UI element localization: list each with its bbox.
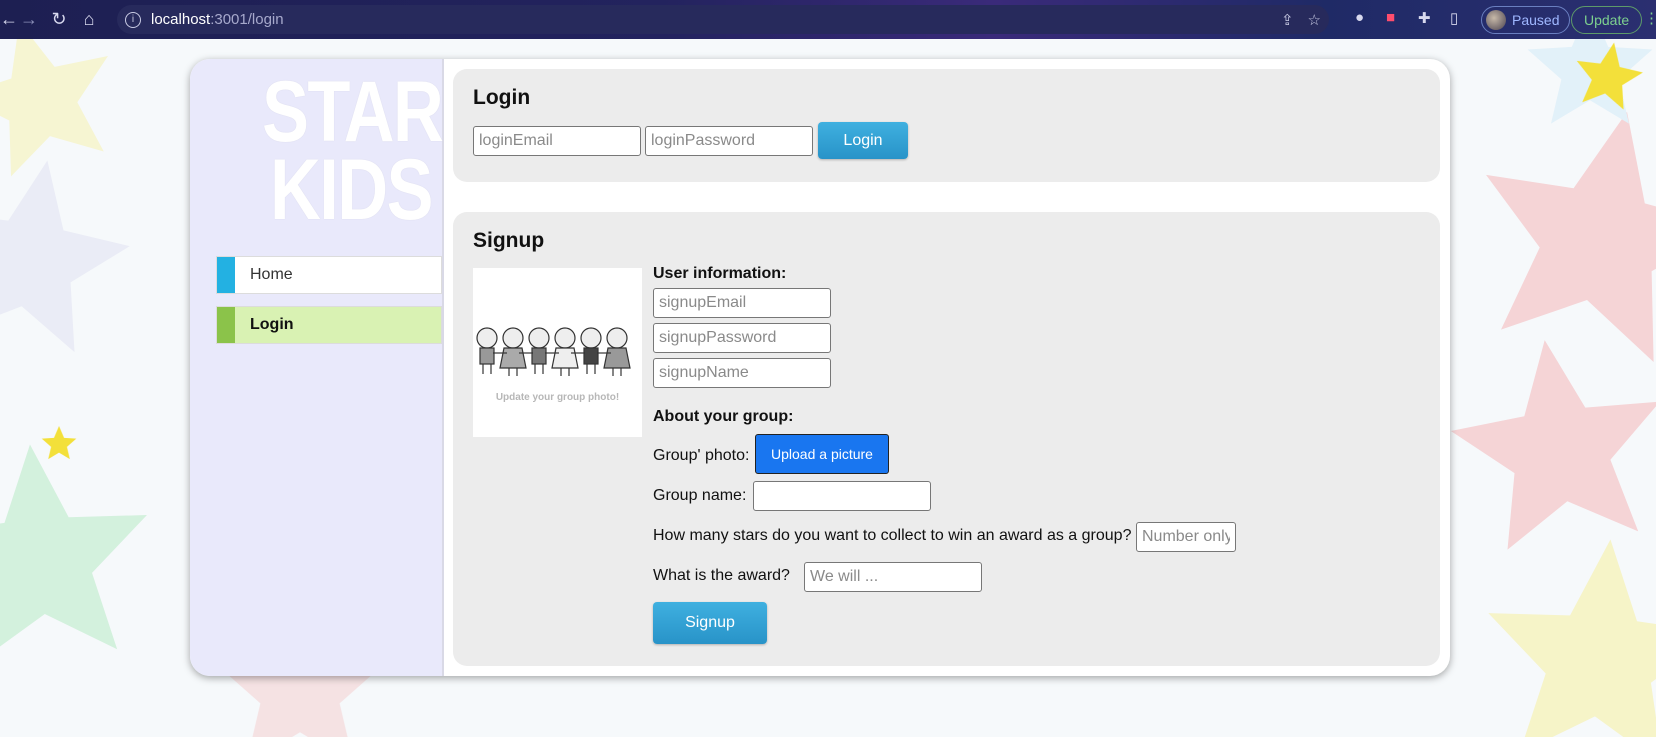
login-panel: Login Login	[453, 69, 1440, 182]
profile-button[interactable]: Paused	[1481, 6, 1571, 34]
side-panel-icon[interactable]: ▯	[1450, 9, 1458, 27]
star-shape	[1527, 39, 1653, 124]
kids-illustration-icon	[476, 327, 631, 376]
app-card: STAR KIDS Home Login Login Login Signup	[190, 59, 1450, 676]
logo: STAR KIDS	[262, 64, 482, 238]
group-name-label: Group name:	[653, 487, 747, 504]
signup-panel: Signup Update your group photo! User inf…	[453, 212, 1440, 666]
star-shape	[1440, 325, 1656, 556]
login-email-input[interactable]	[473, 126, 641, 156]
signup-button[interactable]: Signup	[653, 602, 767, 644]
extension-globe-icon[interactable]: ●	[1355, 9, 1364, 26]
group-photo-preview[interactable]: Update your group photo!	[473, 268, 642, 437]
back-icon[interactable]: ←	[0, 9, 18, 30]
browser-toolbar: ← → ↻ ⌂ i localhost:3001/login ⇪ ☆ ● ■ ✚…	[0, 0, 1656, 39]
star-shape	[1476, 529, 1656, 737]
signup-name-input[interactable]	[653, 358, 831, 388]
star-shape	[1455, 85, 1656, 372]
url-path: :3001/login	[210, 11, 284, 28]
bookmark-star-icon[interactable]: ☆	[1308, 11, 1321, 29]
sidebar-item-label: Home	[250, 266, 293, 283]
avatar	[1486, 10, 1506, 30]
award-question-label: What is the award?	[653, 567, 790, 584]
login-button[interactable]: Login	[818, 122, 908, 159]
star-shape	[41, 426, 77, 460]
star-shape	[0, 434, 159, 665]
extensions-puzzle-icon[interactable]: ✚	[1418, 9, 1431, 27]
sidebar-item-home[interactable]: Home	[216, 256, 442, 294]
update-label: Update	[1584, 12, 1630, 28]
star-shape	[0, 39, 132, 184]
stars-question-label: How many stars do you want to collect to…	[653, 527, 1132, 544]
login-title: Login	[473, 86, 531, 109]
stars-goal-input[interactable]	[1136, 522, 1236, 552]
update-button[interactable]: Update	[1571, 6, 1643, 34]
signup-email-input[interactable]	[653, 288, 831, 318]
reload-icon[interactable]: ↻	[44, 9, 74, 30]
home-icon[interactable]: ⌂	[74, 9, 104, 30]
sidebar-item-login[interactable]: Login	[216, 306, 442, 344]
nav-accent-bar	[217, 257, 235, 293]
login-password-input[interactable]	[645, 126, 813, 156]
star-shape	[0, 143, 142, 359]
logo-line-2: KIDS	[270, 142, 434, 238]
signup-password-input[interactable]	[653, 323, 831, 353]
url-host: localhost	[151, 11, 211, 28]
nav-accent-bar	[217, 307, 235, 343]
sidebar-item-label: Login	[250, 316, 294, 333]
address-bar[interactable]: i localhost:3001/login ⇪ ☆	[117, 5, 1329, 34]
forward-icon[interactable]: →	[14, 9, 44, 30]
signup-title: Signup	[473, 229, 545, 252]
share-icon[interactable]: ⇪	[1281, 11, 1294, 29]
profile-status: Paused	[1512, 12, 1560, 28]
group-photo-label: Group' photo:	[653, 447, 750, 464]
upload-picture-button[interactable]: Upload a picture	[755, 434, 889, 474]
extension-record-icon[interactable]: ■	[1386, 9, 1395, 26]
user-info-heading: User information:	[653, 265, 787, 282]
menu-kebab-icon[interactable]: ⋮	[1644, 9, 1656, 27]
award-input[interactable]	[804, 562, 982, 592]
photo-caption: Update your group photo!	[495, 392, 620, 403]
group-heading: About your group:	[653, 408, 794, 425]
logo-line-1: STAR	[262, 64, 444, 160]
site-info-icon[interactable]: i	[125, 11, 141, 28]
group-name-input[interactable]	[753, 481, 931, 511]
sidebar: STAR KIDS Home Login	[190, 59, 444, 676]
